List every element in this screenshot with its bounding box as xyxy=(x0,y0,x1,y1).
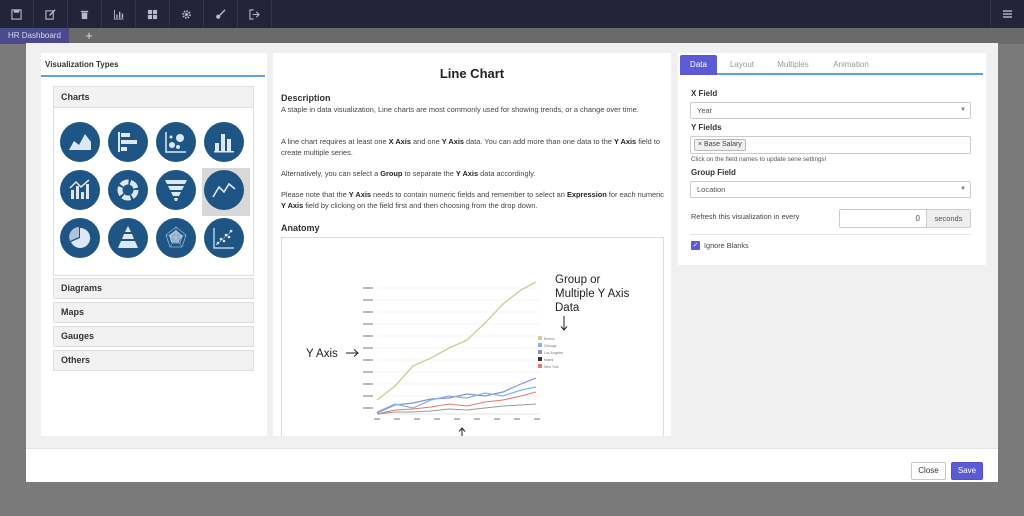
chart-description-panel: Line Chart Description A staple in data … xyxy=(273,53,671,436)
visualization-types-title: Visualization Types xyxy=(45,60,119,69)
maps-section-header[interactable]: Maps xyxy=(53,302,254,323)
tab-multiples[interactable]: Multiples xyxy=(768,55,818,75)
tab-animation[interactable]: Animation xyxy=(823,55,879,75)
top-toolbar xyxy=(0,0,1024,28)
legend-label: Miami xyxy=(544,358,554,362)
legend-label: Chicago xyxy=(544,344,557,348)
gear-icon[interactable] xyxy=(170,0,204,28)
refresh-label: Refresh this visualization in every xyxy=(691,212,800,221)
close-button[interactable]: Close xyxy=(911,462,946,480)
grid-icon[interactable] xyxy=(136,0,170,28)
edit-icon[interactable] xyxy=(34,0,68,28)
horizontal-bar-chart-icon[interactable] xyxy=(108,122,148,162)
settings-panel: Data Layout Multiples Animation X Field … xyxy=(678,53,986,265)
pie-chart-icon[interactable] xyxy=(60,218,100,258)
tab-layout[interactable]: Layout xyxy=(722,55,762,75)
divider xyxy=(690,234,971,235)
description-paragraph-3: Alternatively, you can select a Group to… xyxy=(281,169,536,178)
ignore-blanks-label: Ignore Blanks xyxy=(704,241,749,250)
x-field-value: Year xyxy=(697,106,713,115)
y-fields-input[interactable]: × Base Salary xyxy=(690,136,971,154)
visualization-modal: Visualization Types Charts Diagrams Maps… xyxy=(26,43,998,482)
description-paragraph-4: Please note that the Y Axis needs to con… xyxy=(281,190,664,210)
legend-label: New York xyxy=(544,365,559,369)
brush-icon[interactable] xyxy=(204,0,238,28)
exit-icon[interactable] xyxy=(238,0,272,28)
funnel-chart-icon[interactable] xyxy=(156,170,196,210)
line-chart-icon[interactable] xyxy=(204,170,244,210)
group-field-value: Location xyxy=(697,185,726,194)
chart-type-title: Line Chart xyxy=(439,66,505,81)
remove-chip-icon[interactable]: × xyxy=(698,141,702,148)
description-paragraph-1: A staple in data visualization, Line cha… xyxy=(281,105,639,114)
anatomy-illustration: Boston Chicago Los Angeles Miami New Yor… xyxy=(306,274,630,436)
trash-icon[interactable] xyxy=(68,0,102,28)
y-field-chip-label: Base Salary xyxy=(704,141,742,148)
others-section-header[interactable]: Others xyxy=(53,350,254,371)
chevron-down-icon: ▼ xyxy=(960,186,966,192)
group-field-select[interactable]: Location ▼ xyxy=(690,181,971,198)
area-chart-icon[interactable] xyxy=(60,122,100,162)
save-icon[interactable] xyxy=(0,0,34,28)
menu-icon[interactable] xyxy=(990,0,1024,28)
group-annotation-line-1: Group or xyxy=(555,274,601,286)
add-tab-button[interactable]: + xyxy=(82,28,96,44)
dashboard-tab-strip: HR Dashboard + xyxy=(0,28,1024,44)
visualization-types-panel: Visualization Types Charts Diagrams Maps… xyxy=(41,53,267,436)
refresh-interval-input[interactable]: 0 xyxy=(839,209,927,228)
settings-tabs: Data Layout Multiples Animation xyxy=(680,55,983,75)
tab-hr-dashboard[interactable]: HR Dashboard xyxy=(0,28,69,44)
legend-label: Boston xyxy=(544,337,555,341)
diagrams-section-header[interactable]: Diagrams xyxy=(53,278,254,299)
charts-section-header[interactable]: Charts xyxy=(54,87,253,108)
refresh-unit: seconds xyxy=(926,209,971,228)
radar-chart-icon[interactable] xyxy=(156,218,196,258)
pyramid-chart-icon[interactable] xyxy=(108,218,148,258)
scatter-chart-icon[interactable] xyxy=(204,218,244,258)
y-axis-annotation: Y Axis xyxy=(306,348,338,360)
group-annotation-line-2: Multiple Y Axis xyxy=(555,288,630,300)
anatomy-image: Boston Chicago Los Angeles Miami New Yor… xyxy=(281,237,664,436)
description-heading: Description xyxy=(281,93,331,103)
y-fields-hint: Click on the field names to update serie… xyxy=(691,156,827,163)
modal-footer: Close Save xyxy=(26,448,998,482)
tab-data[interactable]: Data xyxy=(680,55,717,75)
gauges-section-header[interactable]: Gauges xyxy=(53,326,254,347)
description-paragraph-2: A line chart requires at least one X Axi… xyxy=(281,137,660,157)
legend-label: Los Angeles xyxy=(544,351,563,355)
y-fields-label: Y Fields xyxy=(691,123,722,132)
mixed-chart-icon[interactable] xyxy=(60,170,100,210)
x-field-select[interactable]: Year ▼ xyxy=(690,102,971,119)
x-field-label: X Field xyxy=(691,89,718,98)
bar-chart-icon[interactable] xyxy=(102,0,136,28)
donut-chart-icon[interactable] xyxy=(108,170,148,210)
y-field-chip[interactable]: × Base Salary xyxy=(694,139,746,151)
ignore-blanks-checkbox[interactable]: ✓ xyxy=(691,241,700,250)
charts-section: Charts xyxy=(53,86,254,276)
group-field-label: Group Field xyxy=(691,168,736,177)
title-underline xyxy=(41,75,265,77)
anatomy-heading: Anatomy xyxy=(281,223,320,233)
chevron-down-icon: ▼ xyxy=(960,107,966,113)
column-chart-icon[interactable] xyxy=(204,122,244,162)
modal-body: Visualization Types Charts Diagrams Maps… xyxy=(26,43,998,448)
save-button[interactable]: Save xyxy=(951,462,983,480)
bubble-chart-icon[interactable] xyxy=(156,122,196,162)
group-annotation-line-3: Data xyxy=(555,302,580,314)
